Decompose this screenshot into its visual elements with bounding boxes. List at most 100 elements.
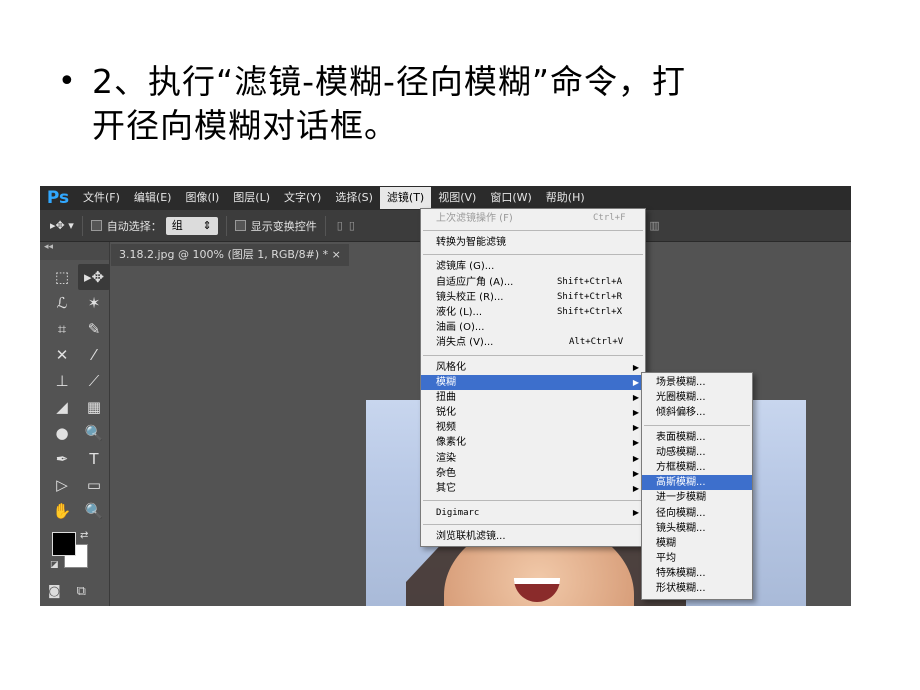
gradient-tool-icon[interactable]: ▦ <box>78 394 110 420</box>
zoom-tool-icon[interactable]: 🔍 <box>78 498 110 524</box>
lens-blur-item[interactable]: 镜头模糊... <box>642 521 752 536</box>
eraser-tool-icon[interactable]: ◢ <box>46 394 78 420</box>
submenu-distort[interactable]: 扭曲 ▶ <box>421 390 645 405</box>
item-label: 锐化 <box>436 407 456 419</box>
gaussian-blur-item[interactable]: 高斯模糊... <box>642 475 752 491</box>
liquify-item[interactable]: 液化 (L)... Shift+Ctrl+X <box>421 305 645 320</box>
blur-more-item[interactable]: 进一步模糊 <box>642 490 752 505</box>
iris-blur-item[interactable]: 光圈模糊... <box>642 390 752 405</box>
item-label: 其它 <box>436 483 456 494</box>
transform-controls-label: 显示变换控件 <box>250 219 317 233</box>
item-label: 扭曲 <box>436 391 456 403</box>
surface-blur-item[interactable]: 表面模糊... <box>642 430 752 445</box>
lens-correction-item[interactable]: 镜头校正 (R)... Shift+Ctrl+R <box>421 290 645 305</box>
menu-type[interactable]: 文字(Y) <box>277 187 328 209</box>
motion-blur-item[interactable]: 动感模糊... <box>642 445 752 460</box>
move-tool-icon[interactable]: ▸✥ <box>78 264 110 290</box>
submenu-arrow-icon: ▶ <box>632 468 639 478</box>
dropdown-arrows-icon: ⇕ <box>202 218 212 232</box>
last-filter-item[interactable]: 上次滤镜操作 (F) Ctrl+F <box>421 211 645 226</box>
swap-colors-icon[interactable]: ⇄ <box>80 530 88 541</box>
auto-align-icon[interactable]: ▥ <box>649 219 659 232</box>
browse-filters-item[interactable]: 浏览联机滤镜... <box>421 529 645 544</box>
submenu-video[interactable]: 视频 ▶ <box>421 420 645 435</box>
menu-edit[interactable]: 编辑(E) <box>127 187 179 209</box>
item-label: 镜头校正 (R)... <box>436 291 504 303</box>
menu-separator <box>423 254 643 256</box>
menu-layer[interactable]: 图层(L) <box>226 187 277 209</box>
item-label: 视频 <box>436 422 456 434</box>
menu-help[interactable]: 帮助(H) <box>539 187 592 209</box>
filter-menu-dropdown: 上次滤镜操作 (F) Ctrl+F 转换为智能滤镜 滤镜库 (G)... 自适应… <box>420 208 646 547</box>
healing-tool-icon[interactable]: ✕ <box>46 342 78 368</box>
auto-select-dropdown[interactable]: 组 ⇕ <box>165 216 218 235</box>
toolbox: ◂◂ ⬚ ▸✥ ℒ ✶ ⌗ ✎ ✕ ⁄ ⊥ ⟋ ◢ ▦ ● 🔍 ✒ T ▷ ▭ … <box>40 242 110 606</box>
magic-wand-tool-icon[interactable]: ✶ <box>78 290 110 316</box>
submenu-render[interactable]: 渲染 ▶ <box>421 451 645 466</box>
menu-view[interactable]: 视图(V) <box>431 187 483 209</box>
vanishing-point-item[interactable]: 消失点 (V)... Alt+Ctrl+V <box>421 335 645 350</box>
marquee-tool-icon[interactable]: ⬚ <box>46 264 78 290</box>
oil-paint-item[interactable]: 油画 (O)... <box>421 320 645 335</box>
submenu-noise[interactable]: 杂色 ▶ <box>421 466 645 481</box>
item-shortcut: Shift+Ctrl+X <box>557 306 623 317</box>
smart-blur-item[interactable]: 特殊模糊... <box>642 566 752 581</box>
color-swatches: ⇄ ◪ <box>50 530 100 572</box>
radial-blur-item[interactable]: 径向模糊... <box>642 506 752 521</box>
history-brush-tool-icon[interactable]: ⟋ <box>78 368 110 394</box>
submenu-blur[interactable]: 模糊 ▶ <box>421 374 645 390</box>
blur-item[interactable]: 模糊 <box>642 536 752 551</box>
submenu-arrow-icon: ▶ <box>632 453 639 463</box>
crop-tool-icon[interactable]: ⌗ <box>46 316 78 342</box>
toolbox-collapse-icon[interactable]: ◂◂ <box>40 242 109 260</box>
filter-gallery-item[interactable]: 滤镜库 (G)... <box>421 259 645 274</box>
menu-filter[interactable]: 滤镜(T) <box>379 187 432 209</box>
tilt-shift-item[interactable]: 倾斜偏移... <box>642 405 752 420</box>
menu-select[interactable]: 选择(S) <box>328 187 380 209</box>
last-filter-label: 上次滤镜操作 (F) <box>436 213 513 224</box>
item-label: 渲染 <box>436 452 456 464</box>
field-blur-item[interactable]: 场景模糊... <box>642 375 752 390</box>
default-colors-icon[interactable]: ◪ <box>50 560 59 570</box>
path-select-tool-icon[interactable]: ▷ <box>46 472 78 498</box>
shape-blur-item[interactable]: 形状模糊... <box>642 581 752 596</box>
menu-image[interactable]: 图像(I) <box>178 187 226 209</box>
auto-select-label: 自动选择： <box>106 219 162 233</box>
menu-window[interactable]: 窗口(W) <box>483 187 538 209</box>
submenu-stylize[interactable]: 风格化 ▶ <box>421 360 645 375</box>
pen-tool-icon[interactable]: ✒ <box>46 446 78 472</box>
foreground-color-swatch[interactable] <box>52 532 76 556</box>
auto-select-value: 组 <box>171 218 183 232</box>
brush-tool-icon[interactable]: ⁄ <box>78 342 110 368</box>
item-shortcut: Alt+Ctrl+V <box>569 337 624 348</box>
hand-tool-icon[interactable]: ✋ <box>46 498 78 524</box>
submenu-other[interactable]: 其它 ▶ <box>421 481 645 496</box>
document-tab[interactable]: 3.18.2.jpg @ 100% (图层 1, RGB/8#) * × <box>111 244 349 266</box>
smart-filter-item[interactable]: 转换为智能滤镜 <box>421 235 645 250</box>
type-tool-icon[interactable]: T <box>78 446 110 472</box>
blur-tool-icon[interactable]: ● <box>46 420 78 446</box>
align-top-icon[interactable]: ▯ <box>337 219 343 232</box>
stamp-tool-icon[interactable]: ⊥ <box>46 368 78 394</box>
submenu-pixelate[interactable]: 像素化 ▶ <box>421 435 645 450</box>
rectangle-tool-icon[interactable]: ▭ <box>78 472 110 498</box>
divider <box>324 215 326 236</box>
menu-file[interactable]: 文件(F) <box>76 187 127 209</box>
submenu-digimarc[interactable]: Digimarc ▶ <box>421 505 645 520</box>
lasso-tool-icon[interactable]: ℒ <box>46 290 78 316</box>
adaptive-wide-angle-item[interactable]: 自适应广角 (A)... Shift+Ctrl+A <box>421 275 645 290</box>
submenu-arrow-icon: ▶ <box>632 377 639 387</box>
auto-select-checkbox[interactable] <box>90 220 102 231</box>
move-tool-preset-icon[interactable]: ▸✥ ▾ <box>50 219 74 232</box>
box-blur-item[interactable]: 方框模糊... <box>642 460 752 475</box>
dodge-tool-icon[interactable]: 🔍 <box>78 420 110 446</box>
eyedropper-tool-icon[interactable]: ✎ <box>78 316 110 342</box>
screen-mode-icon[interactable]: ⧉ <box>77 584 86 599</box>
align-middle-icon[interactable]: ▯ <box>349 219 355 232</box>
submenu-arrow-icon: ▶ <box>632 484 639 493</box>
average-item[interactable]: 平均 <box>642 551 752 566</box>
submenu-sharpen[interactable]: 锐化 ▶ <box>421 405 645 420</box>
transform-controls-checkbox[interactable] <box>234 220 246 231</box>
quick-mask-icon[interactable]: ◙ <box>48 584 61 599</box>
menu-bar: Ps 文件(F) 编辑(E) 图像(I) 图层(L) 文字(Y) 选择(S) 滤… <box>40 186 851 210</box>
